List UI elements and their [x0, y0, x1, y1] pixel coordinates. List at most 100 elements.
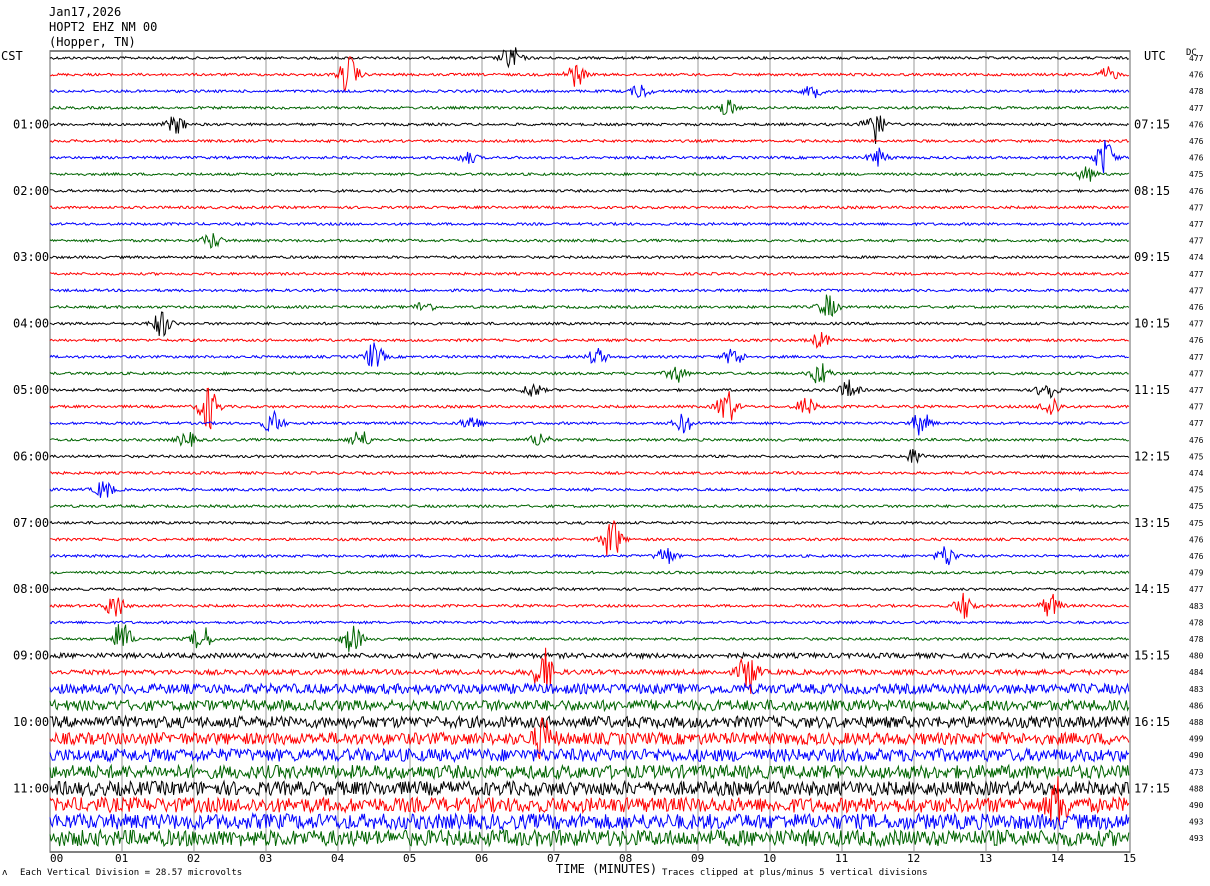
trace-row	[49, 166, 1130, 182]
right-hour-label: 14:15	[1134, 582, 1170, 596]
dc-offset-value: 475	[1189, 502, 1204, 511]
dc-offset-value: 477	[1189, 54, 1204, 63]
dc-offset-value: 483	[1189, 685, 1204, 694]
trace-row	[49, 763, 1130, 781]
left-hour-label: 09:00	[13, 649, 49, 663]
trace-row	[49, 294, 1130, 318]
left-hour-label: 02:00	[13, 184, 49, 198]
trace-row	[49, 586, 1130, 592]
trace-row	[49, 470, 1129, 476]
left-hour-label: 05:00	[13, 383, 49, 397]
x-tick-label: 01	[115, 852, 128, 865]
trace-row	[49, 188, 1130, 194]
right-hour-label: 15:15	[1134, 649, 1170, 663]
dc-offset-value: 477	[1189, 403, 1204, 412]
dc-offset-value: 477	[1189, 286, 1204, 295]
left-hour-label: 01:00	[13, 117, 49, 131]
x-tick-label: 13	[979, 852, 992, 865]
dc-offset-value: 493	[1189, 834, 1204, 843]
dc-offset-value: 475	[1189, 452, 1204, 461]
trace-row	[49, 288, 1130, 293]
dc-offset-value: 476	[1189, 137, 1204, 146]
dc-offset-value: 474	[1189, 469, 1204, 478]
trace-row	[49, 449, 1130, 464]
trace-row	[49, 99, 1129, 115]
left-hour-label: 06:00	[13, 449, 49, 463]
trace-row	[49, 592, 1129, 619]
trace-row	[49, 624, 1129, 652]
x-tick-label: 11	[835, 852, 848, 865]
dc-offset-value: 477	[1189, 220, 1204, 229]
dc-offset-value: 477	[1189, 104, 1204, 113]
dc-offset-value: 478	[1189, 635, 1204, 644]
x-tick-label: 05	[403, 852, 416, 865]
trace-row	[49, 363, 1129, 384]
trace-row	[49, 698, 1130, 713]
dc-offset-value: 474	[1189, 253, 1204, 262]
left-hour-label: 07:00	[13, 516, 49, 530]
x-tick-label: 02	[187, 852, 200, 865]
left-hour-label: 10:00	[13, 715, 49, 729]
dc-offset-value: 476	[1189, 552, 1204, 561]
x-tick-label: 03	[259, 852, 272, 865]
dc-offset-value: 477	[1189, 386, 1204, 395]
dc-offset-value: 475	[1189, 170, 1204, 179]
trace-row	[49, 779, 1130, 798]
scale-icon: ʌ	[2, 868, 8, 878]
dc-offset-value: 476	[1189, 436, 1204, 445]
trace-row	[49, 254, 1130, 260]
dc-offset-value: 479	[1189, 569, 1204, 578]
dc-offset-value: 477	[1189, 237, 1204, 246]
dc-offset-value: 476	[1189, 120, 1204, 129]
trace-row	[49, 271, 1129, 277]
dc-offset-value: 483	[1189, 602, 1204, 611]
trace-row	[49, 681, 1130, 696]
trace-row	[49, 311, 1130, 337]
left-hour-label: 11:00	[13, 781, 49, 795]
dc-offset-value: 476	[1189, 336, 1204, 345]
trace-row	[50, 56, 1130, 92]
trace-row	[49, 233, 1130, 249]
dc-offset-value: 477	[1189, 270, 1204, 279]
x-tick-label: 12	[907, 852, 920, 865]
dc-offset-value: 477	[1189, 203, 1204, 212]
trace-row	[49, 221, 1129, 227]
dc-offset-value: 493	[1189, 818, 1204, 827]
trace-row	[49, 47, 1130, 69]
x-tick-label: 10	[763, 852, 776, 865]
trace-row	[49, 747, 1130, 764]
clip-note: Traces clipped at plus/minus 5 vertical …	[662, 868, 928, 878]
right-hour-label: 09:15	[1134, 250, 1170, 264]
dc-offset-value: 478	[1189, 87, 1204, 96]
trace-row	[49, 812, 1130, 831]
plot-frame	[49, 50, 1131, 853]
x-tick-label: 00	[50, 852, 63, 865]
x-tick-label: 15	[1123, 852, 1136, 865]
right-hour-label: 11:15	[1134, 383, 1170, 397]
trace-row	[49, 84, 1130, 99]
x-tick-label: 04	[331, 852, 345, 865]
dc-offset-value: 484	[1189, 668, 1204, 677]
dc-offset-value: 475	[1189, 519, 1204, 528]
x-axis-label: TIME (MINUTES)	[556, 862, 658, 876]
dc-offset-value: 477	[1189, 320, 1204, 329]
left-hour-label: 08:00	[13, 582, 49, 596]
dc-offset-value: 476	[1189, 187, 1204, 196]
trace-row	[49, 205, 1129, 210]
trace-row	[49, 379, 1130, 399]
trace-row	[49, 481, 1129, 498]
dc-offset-value: 477	[1189, 369, 1204, 378]
right-hour-label: 16:15	[1134, 715, 1170, 729]
helicorder-plot: 00 01 02 03 04 05 06 07 08 09 10 11 12 13 14 1547747647…	[13, 47, 1204, 865]
dc-offset-value: 473	[1189, 768, 1204, 777]
dc-offset-value: 486	[1189, 701, 1204, 710]
right-hour-label: 13:15	[1134, 516, 1170, 530]
dc-offset-value: 477	[1189, 419, 1204, 428]
trace-row	[49, 431, 1130, 447]
right-hour-label: 08:15	[1134, 184, 1170, 198]
dc-offset-value: 476	[1189, 535, 1204, 544]
dc-offset-value: 476	[1189, 303, 1204, 312]
trace-row	[49, 714, 1130, 730]
dc-offset-value: 476	[1189, 154, 1204, 163]
trace-row	[49, 503, 1129, 509]
